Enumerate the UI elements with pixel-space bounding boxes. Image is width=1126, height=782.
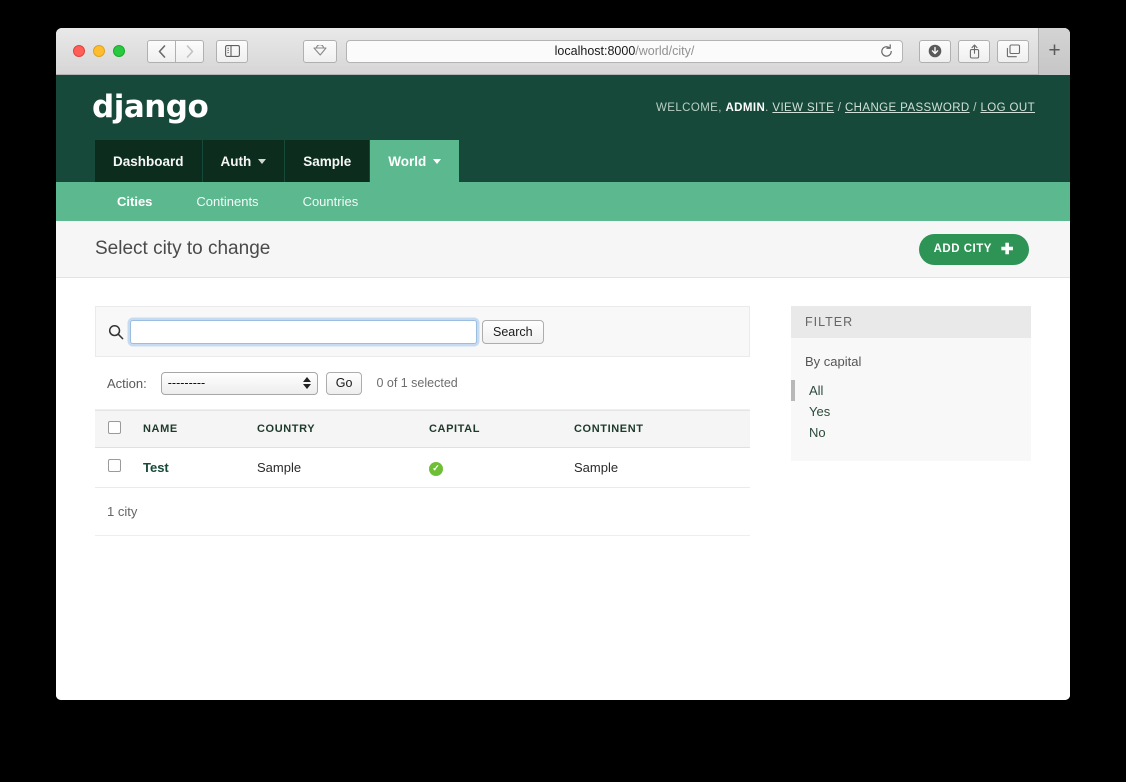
filter-option-all[interactable]: All	[791, 380, 1031, 401]
sub-nav: Cities Continents Countries	[56, 182, 1070, 221]
module-tab-world[interactable]: World	[370, 140, 461, 182]
actions-row: Action: --------- Go 0 of 1 selected	[95, 357, 750, 410]
log-out-link[interactable]: LOG OUT	[980, 102, 1035, 114]
filter-group-title: By capital	[805, 354, 862, 369]
change-password-link[interactable]: CHANGE PASSWORD	[845, 102, 970, 114]
sidebar-toggle-icon	[224, 45, 240, 57]
search-icon	[108, 324, 124, 340]
search-toolbar: Search	[95, 306, 750, 357]
django-logo[interactable]: django	[92, 92, 209, 123]
sub-nav-item-continents[interactable]: Continents	[174, 194, 280, 209]
column-header-continent[interactable]: CONTINENT	[566, 410, 750, 448]
close-window-button[interactable]	[73, 45, 85, 57]
module-tab-label: World	[388, 153, 427, 169]
show-tabs-button[interactable]	[997, 39, 1029, 63]
chevron-down-icon	[258, 158, 267, 164]
icloud-tabs-icon	[313, 45, 327, 56]
reload-icon	[881, 43, 892, 57]
results-table-body: Test Sample ✓ Sample	[95, 447, 750, 488]
browser-window: localhost:8000/world/city/ + django WELC…	[56, 28, 1070, 700]
module-tab-dashboard[interactable]: Dashboard	[95, 140, 203, 182]
toolbar-right-buttons	[912, 39, 1029, 63]
back-button[interactable]	[147, 39, 176, 63]
results-table-head: NAME COUNTRY CAPITAL CONTINENT	[95, 410, 750, 448]
admin-header: django WELCOME, ADMIN. VIEW SITE / CHANG…	[56, 75, 1070, 140]
user-tools: WELCOME, ADMIN. VIEW SITE / CHANGE PASSW…	[656, 102, 1035, 114]
share-button[interactable]	[958, 39, 990, 63]
chevron-down-icon	[433, 158, 442, 164]
minimize-window-button[interactable]	[93, 45, 105, 57]
welcome-text: WELCOME,	[656, 101, 722, 114]
search-submit-button[interactable]: Search	[482, 319, 544, 344]
table-row: Test Sample ✓ Sample	[95, 447, 750, 488]
django-admin-page: django WELCOME, ADMIN. VIEW SITE / CHANG…	[56, 75, 1070, 700]
username-label: ADMIN	[725, 101, 766, 114]
filter-sidebar: FILTER By capital All Yes No	[791, 306, 1031, 461]
navigation-buttons	[147, 39, 204, 63]
reload-button[interactable]	[879, 43, 894, 62]
row-checkbox[interactable]	[108, 459, 121, 473]
results-table: NAME COUNTRY CAPITAL CONTINENT Test Samp…	[95, 410, 750, 488]
module-tab-label: Sample	[303, 153, 352, 169]
module-tab-label: Auth	[220, 153, 252, 169]
action-select-wrapper: ---------	[160, 371, 318, 395]
page-title: Select city to change	[95, 238, 271, 259]
row-select-cell	[95, 447, 129, 488]
link-separator-1: /	[837, 101, 842, 114]
new-tab-button[interactable]: +	[1038, 28, 1070, 75]
welcome-period: .	[765, 101, 769, 114]
forward-button[interactable]	[175, 39, 204, 63]
column-header-capital[interactable]: CAPITAL	[421, 410, 566, 448]
maximize-window-button[interactable]	[113, 45, 125, 57]
window-controls	[73, 45, 125, 57]
forward-chevron-icon	[186, 44, 193, 58]
show-tabs-icon	[1006, 44, 1020, 58]
sub-nav-item-cities[interactable]: Cities	[95, 194, 174, 209]
module-nav: Dashboard Auth Sample World	[56, 140, 1070, 182]
address-bar[interactable]: localhost:8000/world/city/	[346, 39, 903, 63]
link-separator-2: /	[973, 101, 977, 114]
add-city-button[interactable]: ADD CITY ✚	[918, 233, 1029, 265]
downloads-button[interactable]	[919, 39, 951, 63]
plus-icon: ✚	[1000, 240, 1014, 258]
module-tab-sample[interactable]: Sample	[285, 140, 371, 182]
share-icon	[969, 43, 979, 59]
sub-nav-item-countries[interactable]: Countries	[281, 194, 381, 209]
paginator: 1 city	[95, 488, 750, 536]
select-all-header	[95, 410, 129, 448]
selection-counter: 0 of 1 selected	[376, 376, 458, 390]
cell-country: Sample	[249, 447, 421, 488]
icloud-tabs-button[interactable]	[303, 39, 337, 63]
search-input[interactable]	[130, 319, 477, 344]
url-path: /world/city/	[635, 44, 695, 58]
column-header-country[interactable]: COUNTRY	[249, 410, 421, 448]
action-label: Action:	[107, 375, 147, 391]
action-select[interactable]: ---------	[160, 371, 318, 395]
content-area: Search Action: --------- Go 0 of 1 selec…	[56, 278, 1070, 536]
results-column: Search Action: --------- Go 0 of 1 selec…	[95, 306, 750, 536]
back-chevron-icon	[158, 44, 165, 58]
filter-option-yes[interactable]: Yes	[791, 401, 1031, 422]
filter-option-no[interactable]: No	[791, 422, 1031, 443]
check-circle-icon: ✓	[429, 461, 443, 476]
column-header-name[interactable]: NAME	[129, 410, 249, 448]
cell-continent: Sample	[566, 447, 750, 488]
select-all-checkbox[interactable]	[108, 421, 121, 434]
city-name-link[interactable]: Test	[143, 460, 169, 475]
filter-group-by-capital: By capital All Yes No	[791, 338, 1031, 461]
cell-name: Test	[129, 447, 249, 488]
url-host: localhost:8000	[554, 44, 636, 58]
view-site-link[interactable]: VIEW SITE	[772, 102, 834, 114]
browser-toolbar: localhost:8000/world/city/ +	[56, 28, 1070, 75]
downloads-icon	[928, 44, 942, 58]
cell-capital: ✓	[421, 447, 566, 488]
action-go-button[interactable]: Go	[325, 371, 363, 395]
module-tab-label: Dashboard	[113, 153, 184, 169]
filter-heading: FILTER	[791, 306, 1031, 338]
title-bar: Select city to change ADD CITY ✚	[56, 221, 1070, 278]
table-header-row: NAME COUNTRY CAPITAL CONTINENT	[95, 410, 750, 448]
add-city-label: ADD CITY	[933, 243, 992, 255]
module-tab-auth[interactable]: Auth	[202, 140, 286, 182]
sidebar-toggle-button[interactable]	[216, 39, 248, 63]
